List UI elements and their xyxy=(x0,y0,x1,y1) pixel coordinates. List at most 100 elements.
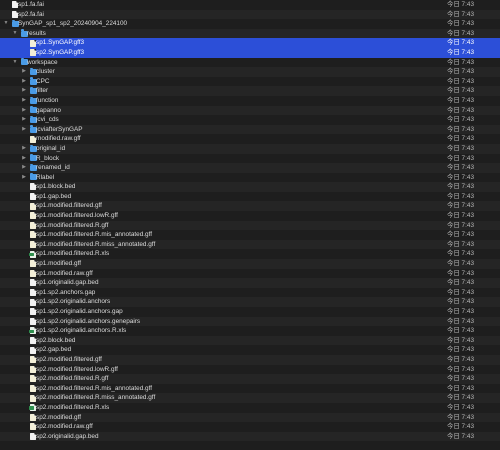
file-row[interactable]: sp1.sp2.originalid.anchors.R.xls 今日 7:43 xyxy=(0,326,500,336)
document-icon xyxy=(12,1,18,9)
file-name: results xyxy=(27,29,46,37)
folder-row[interactable]: ▶ jcviafterSynGAP 今日 7:43 xyxy=(0,124,500,135)
file-row[interactable]: sp1.modified.filtered.R.mis_annotated.gf… xyxy=(0,230,500,240)
file-row[interactable]: sp2.fa.fai 今日 7:43 xyxy=(0,9,500,20)
date-modified: 今日 7:43 xyxy=(447,68,474,76)
file-name: jcviafterSynGAP xyxy=(36,125,83,133)
folder-row[interactable]: ▶ renamed_id 今日 7:43 xyxy=(0,163,500,173)
file-row[interactable]: sp1.modified.gff 今日 7:43 xyxy=(0,259,500,269)
document-icon xyxy=(30,308,36,316)
date-modified: 今日 7:43 xyxy=(447,116,474,124)
document-icon xyxy=(30,298,36,306)
file-row[interactable]: sp2.modified.filtered.R.gff 今日 7:43 xyxy=(0,374,500,384)
file-row[interactable]: sp1.sp2.originalid.anchors.genepairs 今日 7… xyxy=(0,316,500,327)
file-row[interactable]: sp1.block.bed 今日 7:43 xyxy=(0,182,500,192)
file-row[interactable]: sp2.modified.filtered.lowR.gff 今日 7:43 xyxy=(0,365,500,375)
date-modified: 今日 7:43 xyxy=(447,154,474,162)
file-name: sp2.modified.filtered.R.miss_annotated.g… xyxy=(36,394,156,402)
file-row[interactable]: sp2.originalid.gap.bed 今日 7:43 xyxy=(0,431,500,442)
file-name: sp2.modified.filtered.R.mis_annotated.gf… xyxy=(36,384,153,392)
folder-row[interactable]: ▶ original_id 今日 7:43 xyxy=(0,143,500,154)
disclosure-right-icon[interactable]: ▶ xyxy=(21,115,27,125)
file-row[interactable]: sp1.sp2.originalid.anchors 今日 7:43 xyxy=(0,297,500,307)
file-row[interactable]: sp1.modified.filtered.gff 今日 7:43 xyxy=(0,201,500,212)
file-row[interactable]: sp1.modified.filtered.R.gff 今日 7:43 xyxy=(0,220,500,231)
file-row[interactable]: sp1.modified.raw.gff 今日 7:43 xyxy=(0,269,500,279)
file-name: gapanno xyxy=(36,106,61,114)
disclosure-right-icon[interactable]: ▶ xyxy=(21,67,27,77)
disclosure-down-icon[interactable]: ▼ xyxy=(3,19,9,29)
file-row[interactable]: sp1.gap.bed 今日 7:43 xyxy=(0,192,500,202)
file-row[interactable]: sp1.fa.fai 今日 7:43 xyxy=(0,0,500,10)
file-row[interactable]: sp1.modified.filtered.R.xls 今日 7:43 xyxy=(0,249,500,259)
gff-file-icon xyxy=(30,212,36,220)
file-name: SynGAP_sp1_sp2_20240904_224100 xyxy=(18,20,128,28)
folder-row[interactable]: ▶ function 今日 7:43 xyxy=(0,96,500,106)
file-row[interactable]: sp2.SynGAP.gff3 今日 7:43 xyxy=(0,47,500,58)
date-modified: 今日 7:43 xyxy=(447,365,474,373)
disclosure-right-icon[interactable]: ▶ xyxy=(21,163,27,173)
file-row[interactable]: sp2.modified.filtered.gff 今日 7:43 xyxy=(0,354,500,365)
folder-row[interactable]: ▼ workspace 今日 7:43 xyxy=(0,58,500,68)
file-row[interactable]: sp1.originalid.gap.bed 今日 7:43 xyxy=(0,278,500,288)
folder-row[interactable]: ▼ SynGAP_sp1_sp2_20240904_224100 今日 7:43 xyxy=(0,19,500,29)
document-icon xyxy=(30,336,36,344)
file-row[interactable]: sp1.modified.filtered.lowR.gff 今日 7:43 xyxy=(0,211,500,221)
gff-file-icon xyxy=(30,221,36,229)
disclosure-right-icon[interactable]: ▶ xyxy=(21,154,27,164)
file-row[interactable]: modified.raw.gff 今日 7:43 xyxy=(0,134,500,144)
date-modified: 今日 7:43 xyxy=(447,135,474,143)
file-row[interactable]: sp2.modified.filtered.R.mis_annotated.gf… xyxy=(0,384,500,394)
folder-row[interactable]: ▶ Rlabel 今日 7:43 xyxy=(0,173,500,183)
date-modified: 今日 7:43 xyxy=(447,10,474,18)
file-row[interactable]: sp2.modified.raw.gff 今日 7:43 xyxy=(0,422,500,432)
disclosure-right-icon[interactable]: ▶ xyxy=(21,86,27,96)
folder-row[interactable]: ▼ results 今日 7:43 xyxy=(0,28,500,39)
folder-row[interactable]: ▶ cluster 今日 7:43 xyxy=(0,67,500,77)
folder-row[interactable]: ▶ CPC 今日 7:43 xyxy=(0,77,500,87)
file-name: sp2.block.bed xyxy=(36,336,76,344)
disclosure-right-icon[interactable]: ▶ xyxy=(21,96,27,106)
folder-row[interactable]: ▶ jcvi_cds 今日 7:43 xyxy=(0,115,500,125)
file-name: sp1.modified.gff xyxy=(36,260,81,268)
folder-row[interactable]: ▶ R_block 今日 7:43 xyxy=(0,154,500,164)
date-modified: 今日 7:43 xyxy=(447,39,474,47)
file-row[interactable]: sp2.modified.filtered.R.xls 今日 7:43 xyxy=(0,403,500,413)
date-modified: 今日 7:43 xyxy=(447,317,474,325)
gff-file-icon xyxy=(30,394,36,402)
folder-row[interactable]: ▶ gapanno 今日 7:43 xyxy=(0,105,500,116)
file-row[interactable]: sp1.sp2.anchors.gap 今日 7:43 xyxy=(0,288,500,298)
date-modified: 今日 7:43 xyxy=(447,298,474,306)
file-row[interactable]: sp2.modified.filtered.R.miss_annotated.g… xyxy=(0,393,500,403)
gff-file-icon xyxy=(30,260,36,268)
file-name: CPC xyxy=(36,77,50,85)
file-row[interactable]: sp2.block.bed 今日 7:43 xyxy=(0,335,500,346)
disclosure-down-icon[interactable]: ▼ xyxy=(12,58,18,68)
date-modified: 今日 7:43 xyxy=(447,192,474,200)
file-row[interactable]: sp1.sp2.originalid.anchors.gap 今日 7:43 xyxy=(0,307,500,317)
gff-file-icon xyxy=(30,269,36,277)
disclosure-right-icon[interactable]: ▶ xyxy=(21,106,27,116)
date-modified: 今日 7:43 xyxy=(447,77,474,85)
disclosure-right-icon[interactable]: ▶ xyxy=(21,173,27,183)
disclosure-right-icon[interactable]: ▶ xyxy=(21,77,27,87)
spreadsheet-icon xyxy=(28,404,36,412)
file-row[interactable]: sp2.modified.gff 今日 7:43 xyxy=(0,412,500,423)
file-name: sp2.gap.bed xyxy=(36,346,72,354)
file-row[interactable]: sp1.modified.filtered.R.miss_annotated.g… xyxy=(0,239,500,250)
date-modified: 今日 7:43 xyxy=(447,125,474,133)
disclosure-down-icon[interactable]: ▼ xyxy=(12,29,18,39)
disclosure-right-icon[interactable]: ▶ xyxy=(21,144,27,154)
file-name: sp1.sp2.originalid.anchors xyxy=(36,298,111,306)
disclosure-right-icon[interactable]: ▶ xyxy=(21,125,27,135)
folder-row[interactable]: ▶ filter 今日 7:43 xyxy=(0,86,500,96)
date-modified: 今日 7:43 xyxy=(447,202,474,210)
file-name: sp1.sp2.originalid.anchors.R.xls xyxy=(36,327,127,335)
file-row[interactable]: sp2.gap.bed 今日 7:43 xyxy=(0,345,500,355)
gff-file-icon xyxy=(30,356,36,364)
date-modified: 今日 7:43 xyxy=(447,20,474,28)
date-modified: 今日 7:43 xyxy=(447,394,474,402)
file-name: sp2.modified.filtered.R.gff xyxy=(36,375,109,383)
gff-file-icon xyxy=(30,365,36,373)
file-row[interactable]: sp1.SynGAP.gff3 今日 7:43 xyxy=(0,38,500,48)
